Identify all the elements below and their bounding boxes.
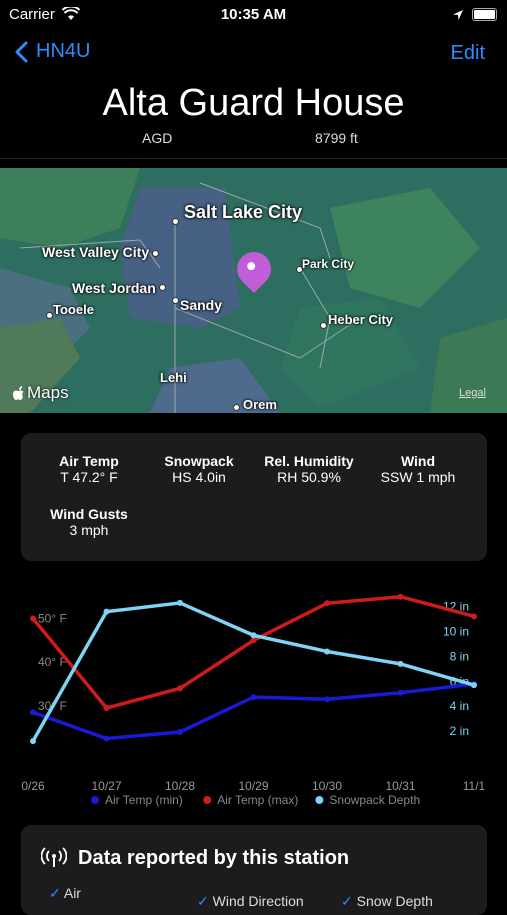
maps-brand: Maps: [12, 383, 69, 403]
y-right-tick-label: 2 in: [450, 724, 469, 738]
chevron-left-icon: [15, 41, 28, 62]
legend-label: Air Temp (max): [217, 793, 298, 807]
reported-data-card[interactable]: Data reported by this station ✓ Air ✓ Wi…: [21, 825, 487, 915]
legend-marker: [203, 796, 212, 804]
obs-value: HS 4.0in: [172, 469, 226, 485]
obs-value: 3 mph: [69, 522, 109, 538]
legend-label: Snowpack Depth: [329, 793, 420, 807]
divider: [0, 158, 507, 159]
obs-value: RH 50.9%: [277, 469, 341, 485]
data-point: [103, 705, 110, 711]
series-line: [32, 682, 475, 741]
observations-card: Air Temp T 47.2° F Snowpack HS 4.0in Rel…: [21, 433, 487, 561]
data-point: [471, 613, 477, 620]
data-point: [397, 660, 404, 667]
data-point: [397, 689, 404, 696]
station-elevation: 8799 ft: [315, 130, 358, 146]
station-map[interactable]: Salt Lake City West Valley City Park Cit…: [0, 168, 507, 413]
station-code: AGD: [142, 130, 173, 146]
obs-humidity: Rel. Humidity RH 50.9%: [255, 453, 363, 485]
data-point: [177, 599, 183, 606]
x-tick-label: 10/31: [385, 779, 415, 793]
data-point: [324, 648, 330, 655]
page-title: Alta Guard House: [102, 82, 405, 124]
map-label: Heber City: [328, 312, 394, 327]
y-right-tick-label: 8 in: [450, 649, 469, 663]
data-point: [30, 738, 36, 745]
map-label: West Valley City: [42, 244, 150, 260]
data-point: [250, 694, 257, 701]
back-label: HN4U: [36, 40, 91, 62]
data-point: [324, 600, 330, 607]
obs-label: Wind: [400, 453, 436, 469]
back-button[interactable]: HN4U: [14, 40, 90, 63]
obs-label: Wind Gusts: [50, 506, 128, 522]
data-point: [471, 682, 477, 689]
maps-brand-label: Maps: [27, 383, 69, 402]
x-tick-label: 0/26: [21, 779, 45, 793]
apple-logo-icon: [13, 385, 24, 400]
obs-wind-gusts: Wind Gusts 3 mph: [41, 506, 137, 538]
data-point: [324, 696, 330, 703]
y-left-tick-label: 40° F: [38, 655, 67, 669]
data-point: [250, 632, 257, 639]
reported-item: ✓ Wind Direction: [197, 893, 304, 909]
x-tick-label: 10/29: [238, 779, 268, 793]
reported-item: ✓ Snow Depth: [341, 893, 433, 909]
map-label: Salt Lake City: [184, 202, 303, 222]
data-point: [103, 608, 110, 615]
reported-title: Data reported by this station: [78, 847, 350, 869]
obs-value: SSW 1 mph: [380, 469, 456, 485]
legal-link[interactable]: Legal: [459, 387, 486, 399]
obs-label: Air Temp: [59, 453, 119, 469]
x-tick-label: 10/30: [312, 779, 342, 793]
map-label: Orem: [243, 397, 277, 412]
obs-label: Snowpack: [164, 453, 234, 469]
status-bar: Carrier 10:35 AM: [0, 0, 507, 30]
legend-marker: [91, 796, 99, 804]
data-point: [30, 615, 36, 622]
obs-air-temp: Air Temp T 47.2° F: [49, 453, 129, 485]
y-left-tick-label: 50° F: [38, 612, 67, 626]
map-label: Park City: [302, 257, 355, 271]
map-label: Lehi: [160, 370, 187, 385]
legend-label: Air Temp (min): [105, 793, 183, 807]
obs-label: Rel. Humidity: [264, 453, 354, 469]
data-point: [397, 593, 404, 600]
clock: 10:35 AM: [220, 6, 287, 23]
x-tick-label: 10/28: [165, 779, 195, 793]
battery-icon: [472, 8, 497, 21]
data-point: [103, 735, 110, 742]
y-right-tick-label: 10 in: [443, 625, 469, 639]
obs-wind: Wind SSW 1 mph: [373, 453, 463, 485]
map-label: West Jordan: [72, 280, 156, 296]
data-point: [177, 729, 183, 735]
reported-item: ✓ Air: [49, 885, 81, 901]
series-line: [31, 601, 475, 742]
legend-marker: [315, 796, 324, 804]
map-label: Tooele: [53, 302, 94, 317]
map-label: Sandy: [180, 297, 223, 313]
edit-button[interactable]: Edit: [451, 42, 485, 65]
weather-chart: 50° F40° F30° F12 in10 in8 in6 in4 in2 i…: [21, 593, 486, 807]
x-tick-label: 11/1: [463, 779, 486, 793]
data-point: [177, 685, 183, 692]
x-tick-label: 10/27: [91, 779, 121, 793]
data-point: [30, 709, 36, 716]
obs-value: T 47.2° F: [60, 469, 118, 485]
location-arrow-icon: [453, 10, 463, 20]
antenna-icon: [41, 847, 67, 867]
obs-snowpack: Snowpack HS 4.0in: [157, 453, 241, 485]
y-right-tick-label: 4 in: [450, 699, 469, 713]
